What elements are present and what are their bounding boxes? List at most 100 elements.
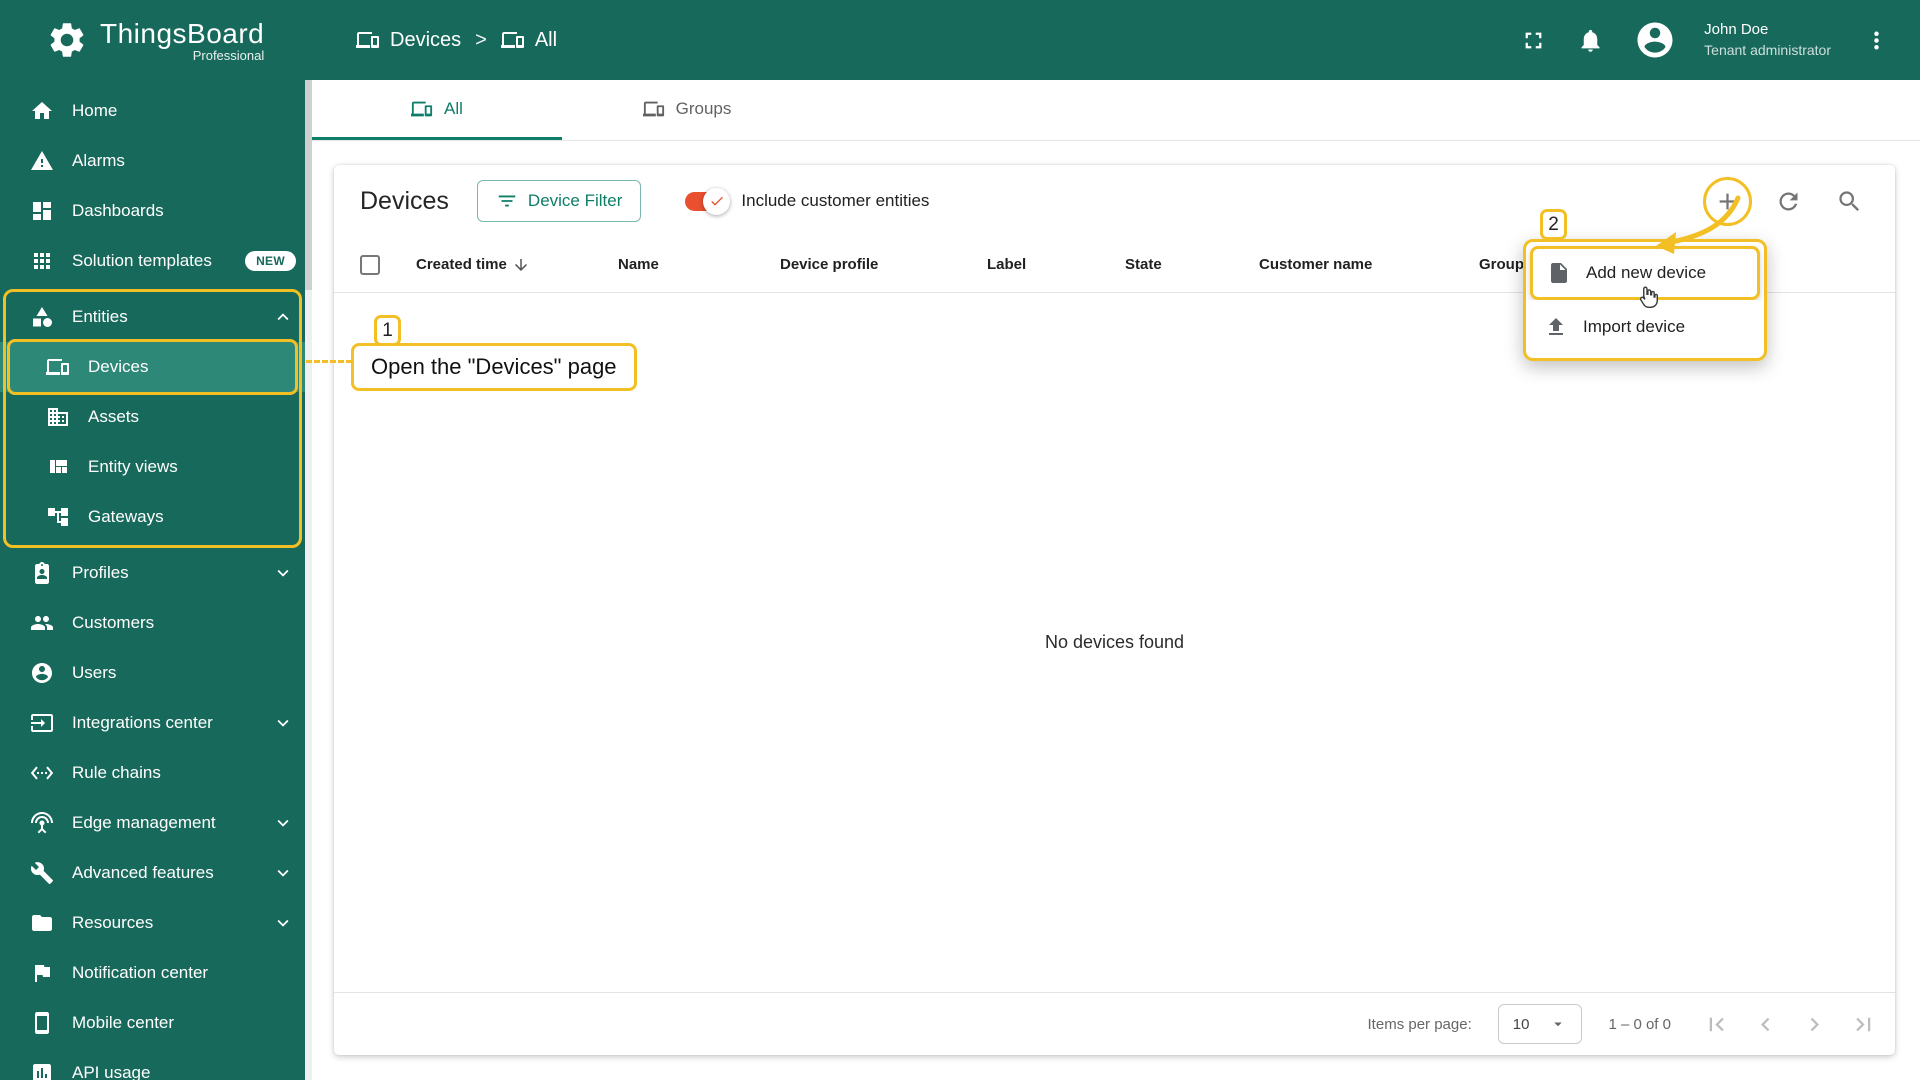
column-header-customer-name[interactable]: Customer name [1259,256,1479,273]
badge-icon [30,561,54,585]
sidebar-scrollbar[interactable] [305,80,312,1080]
sidebar-item-label: Gateways [88,507,164,526]
ethernet-icon [30,761,54,785]
sidebar-item-solution-templates[interactable]: Solution templates NEW [0,236,312,286]
domain-icon [46,405,70,429]
column-header-state[interactable]: State [1125,256,1259,273]
sidebar-item-api-usage[interactable]: API usage [0,1048,312,1080]
home-icon [30,99,54,123]
breadcrumb-all-label: All [534,28,558,51]
sidebar-item-label: API usage [72,1063,151,1080]
empty-state-text: No devices found [1044,632,1185,652]
sidebar-item-dashboards[interactable]: Dashboards [0,186,312,236]
tab-all[interactable]: All [312,80,562,140]
column-label: State [1125,256,1162,273]
sidebar-item-integrations-center[interactable]: Integrations center [0,698,312,748]
chevron-down-icon[interactable] [272,912,294,934]
sidebar-item-assets[interactable]: Assets [0,392,312,442]
last-page-icon [1850,1011,1877,1038]
column-header-name[interactable]: Name [618,256,780,273]
sidebar-item-alarms[interactable]: Alarms [0,136,312,186]
sidebar-item-advanced-features[interactable]: Advanced features [0,848,312,898]
kebab-menu-icon [1863,27,1890,54]
refresh-icon [1775,188,1802,215]
sidebar-item-entities[interactable]: Entities [0,292,312,342]
topbar-right: John Doe Tenant administrator [1512,11,1920,69]
sidebar-item-label: Users [72,663,117,682]
menu-item-import-device[interactable]: Import device [1530,300,1760,354]
chevron-down-icon[interactable] [272,812,294,834]
column-label: Created time [416,256,507,273]
app-logo[interactable]: ThingsBoard Professional [0,18,312,63]
column-header-created-time[interactable]: Created time [416,256,618,274]
top-bar: ThingsBoard Professional Devices > All J… [0,0,1920,80]
main-content: All Groups Devices Device Filter Include… [312,80,1920,1080]
menu-item-add-new-device[interactable]: Add new device [1530,246,1760,300]
add-entity-dropdown-menu: Add new device Import device [1523,239,1767,361]
include-customer-entities-toggle[interactable]: Include customer entities [685,187,930,215]
breadcrumb-all[interactable]: All [501,28,557,52]
file-icon [1547,261,1571,285]
sidebar-item-gateways[interactable]: Gateways [0,492,312,542]
tab-groups[interactable]: Groups [562,80,812,140]
user-menu-button[interactable] [1855,19,1898,62]
sidebar-item-mobile-center[interactable]: Mobile center [0,998,312,1048]
next-page-button[interactable] [1795,1005,1834,1044]
sidebar-item-rule-chains[interactable]: Rule chains [0,748,312,798]
sidebar-item-label: Dashboards [72,201,164,220]
sidebar-item-notification-center[interactable]: Notification center [0,948,312,998]
chevron-up-icon[interactable] [272,306,294,328]
sidebar-item-edge-management[interactable]: Edge management [0,798,312,848]
breadcrumb-separator: > [475,28,487,51]
bell-icon [1577,27,1604,54]
chevron-down-icon[interactable] [272,562,294,584]
sidebar-item-profiles[interactable]: Profiles [0,548,312,598]
sidebar-item-entity-views[interactable]: Entity views [0,442,312,492]
add-entity-wrap [1703,176,1752,226]
sidebar-item-devices[interactable]: Devices [0,342,312,392]
tree-icon [46,505,70,529]
user-name: John Doe [1704,21,1769,39]
sidebar-item-label: Edge management [72,813,216,832]
user-avatar-button[interactable] [1626,11,1684,69]
paginator-nav [1697,1005,1883,1044]
items-per-page-label: Items per page: [1367,1015,1472,1033]
toggle-label: Include customer entities [741,191,930,210]
device-filter-button[interactable]: Device Filter [476,180,642,222]
add-device-button[interactable] [1708,182,1747,221]
table-body: No devices found [334,293,1895,992]
previous-page-button[interactable] [1746,1005,1785,1044]
page-size-select[interactable]: 10 [1497,1004,1583,1044]
page-size-value: 10 [1512,1015,1530,1033]
first-page-button[interactable] [1697,1005,1736,1044]
last-page-button[interactable] [1844,1005,1883,1044]
sidebar-item-label: Resources [72,913,154,932]
devices-icon [501,28,525,52]
chevron-down-icon[interactable] [272,712,294,734]
notifications-button[interactable] [1569,19,1612,62]
sidebar-item-label: Entity views [88,457,178,476]
select-all-checkbox[interactable] [360,254,380,275]
filter-icon [496,190,518,212]
toggle-track[interactable] [685,187,731,215]
sidebar-item-users[interactable]: Users [0,648,312,698]
chevron-down-icon[interactable] [272,862,294,884]
sidebar-scrollbar-thumb[interactable] [305,80,312,290]
page-title: Devices [360,186,449,215]
column-header-device-profile[interactable]: Device profile [780,256,987,273]
sidebar-item-customers[interactable]: Customers [0,598,312,648]
sidebar-item-label: Rule chains [72,763,161,782]
sidebar-item-resources[interactable]: Resources [0,898,312,948]
fullscreen-button[interactable] [1512,19,1555,62]
avatar-icon [1634,19,1676,61]
category-icon [30,305,54,329]
previous-page-icon [1752,1011,1779,1038]
fullscreen-icon [1520,27,1547,54]
view-quilt-icon [46,455,70,479]
breadcrumb-devices[interactable]: Devices [356,28,461,52]
sidebar-item-label: Devices [88,357,149,376]
search-button[interactable] [1830,182,1869,221]
column-header-label[interactable]: Label [987,256,1125,273]
sidebar-item-home[interactable]: Home [0,86,312,136]
refresh-button[interactable] [1769,182,1808,221]
